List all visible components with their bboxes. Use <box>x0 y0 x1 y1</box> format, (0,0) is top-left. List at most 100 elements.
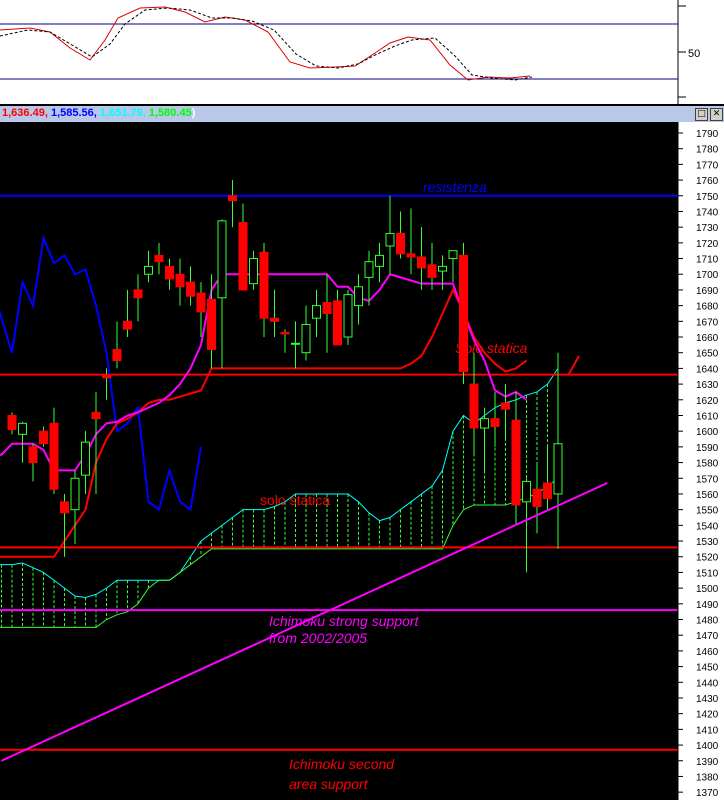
close-paren: ) <box>191 107 196 119</box>
annotation-solo-statica-upper: Solo statica <box>455 340 528 356</box>
candle <box>259 242 269 338</box>
candle <box>385 195 395 275</box>
candle <box>175 258 185 306</box>
price-axis-label: 1580 <box>696 459 719 470</box>
candle-body-up <box>81 441 90 476</box>
candle <box>543 446 552 510</box>
candle-body-down <box>175 273 185 288</box>
candle <box>501 384 510 440</box>
candle <box>343 289 353 345</box>
candle-body-up <box>343 294 353 338</box>
candle <box>406 208 416 275</box>
candle-body-down <box>28 446 38 464</box>
price-axis-label: 1570 <box>696 474 719 485</box>
candle-body-up <box>364 261 374 278</box>
candle-body-down <box>396 232 405 255</box>
candle-body-up <box>553 443 563 495</box>
candle-body-up <box>375 254 384 267</box>
candle-body-up <box>70 477 80 511</box>
horizontal-levels <box>0 194 678 751</box>
price-axis-label: 1600 <box>696 427 719 438</box>
candle <box>238 203 248 291</box>
candle-body-up <box>522 480 531 503</box>
candle-body-up <box>480 418 489 429</box>
value-red: 1,636.49 <box>2 107 45 119</box>
candle <box>39 426 48 447</box>
indicator-series-3 <box>567 355 580 376</box>
price-axis-label: 1730 <box>696 223 719 234</box>
candle-body-down <box>280 331 290 335</box>
price-axis-label: 1410 <box>696 725 719 736</box>
candle <box>81 431 90 494</box>
candle <box>354 274 363 325</box>
candle <box>322 274 332 353</box>
price-axis-label: 1750 <box>696 192 719 203</box>
annotation-area-support: area support <box>289 776 369 792</box>
candle <box>186 266 195 306</box>
candle-body-down <box>207 298 216 351</box>
price-axis-label: 1400 <box>696 741 719 752</box>
candle <box>438 255 447 290</box>
candle-body-up <box>448 250 458 260</box>
price-axis-label: 1460 <box>696 647 719 658</box>
candle-body-down <box>532 488 542 508</box>
price-axis-label: 1490 <box>696 600 719 611</box>
price-chart-panel: 1370 1380 1390 1400 1410 1420 1430 1440 1450 1460… <box>0 122 724 800</box>
price-axis-label: 1590 <box>696 443 719 454</box>
restore-icon[interactable]: □ <box>695 108 708 121</box>
candle-body-down <box>123 320 132 330</box>
price-axis-label: 1480 <box>696 616 719 627</box>
price-axis-label: 1540 <box>696 521 719 532</box>
candle <box>553 352 563 549</box>
candle-body-down <box>186 281 195 297</box>
candle-body-down <box>427 264 437 278</box>
price-axis-label: 1700 <box>696 270 719 281</box>
price-axis-label: 1530 <box>696 537 719 548</box>
candle <box>280 329 290 353</box>
candle-body-down <box>259 251 269 319</box>
price-axis-label: 1610 <box>696 411 719 422</box>
candle-body-down <box>102 374 111 379</box>
candle <box>270 289 279 338</box>
price-axis-label: 1620 <box>696 396 719 407</box>
candle <box>417 227 426 290</box>
close-icon[interactable]: ✕ <box>710 108 723 121</box>
candle <box>375 242 384 283</box>
price-axis-label: 1390 <box>696 757 719 768</box>
price-axis-label: 1780 <box>696 145 719 156</box>
chart-window: { "header": { "values": ["1,636.49", "1,… <box>0 0 724 800</box>
price-axis-label: 1710 <box>696 255 719 266</box>
candle <box>112 321 122 369</box>
candle-body-down <box>490 418 500 427</box>
candle-body-down <box>238 221 248 291</box>
oscillator-panel: 50 <box>0 0 724 104</box>
price-axis-label: 1380 <box>696 772 719 783</box>
candle <box>532 462 542 534</box>
value-cyan: 1,651.79 <box>99 107 143 119</box>
candle <box>249 250 258 290</box>
price-axis-label: 1740 <box>696 207 719 218</box>
candle-body-up <box>217 220 227 299</box>
candle <box>165 258 174 290</box>
candle <box>490 391 500 447</box>
candle-body-up <box>354 286 363 307</box>
price-axis-label: 1720 <box>696 239 719 250</box>
price-axis-label: 1660 <box>696 333 719 344</box>
candle-body-down <box>228 195 237 201</box>
oscillator-svg: 50 <box>0 0 700 104</box>
candle-body-down <box>406 253 416 258</box>
candle <box>301 305 311 361</box>
candle <box>70 470 80 545</box>
candle-body-down <box>7 414 17 431</box>
candle <box>7 412 17 435</box>
oscillator-tick-50: 50 <box>688 48 700 60</box>
candle-body-down <box>469 383 479 429</box>
price-axis: 1370 1380 1390 1400 1410 1420 1430 1440 1450 1460… <box>677 122 724 800</box>
price-axis-label: 1550 <box>696 506 719 517</box>
candle <box>396 211 405 259</box>
price-axis-label: 1430 <box>696 694 719 705</box>
candle-body-down <box>543 482 552 500</box>
indicator-values-bar: 1,636.49, 1,585.56, 1,651.79, 1,580.45) … <box>0 106 724 122</box>
candle <box>333 289 342 346</box>
price-axis-label: 1520 <box>696 553 719 564</box>
